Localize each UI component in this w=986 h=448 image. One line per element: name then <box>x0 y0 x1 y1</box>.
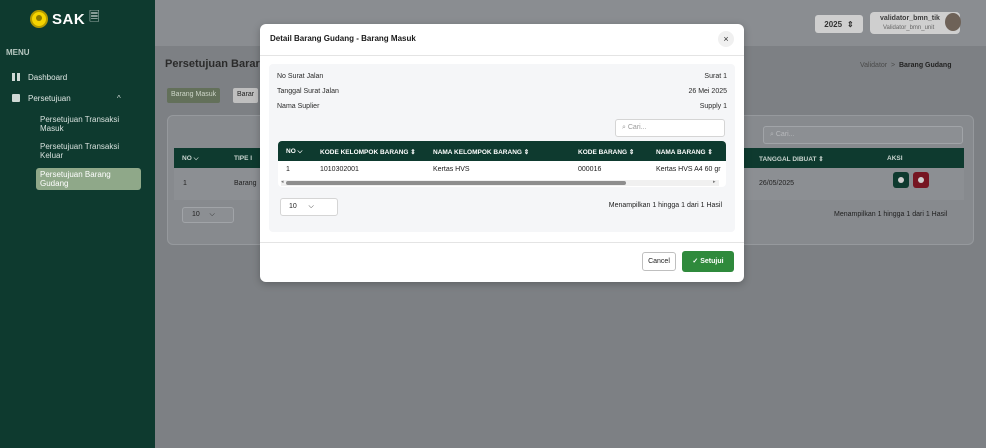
info-value-no-surat-jalan: Surat 1 <box>704 73 727 80</box>
sort-arrows-icon: ⇕ <box>818 156 824 163</box>
menu-label: MENU <box>6 48 30 57</box>
sidebar-item-persetujuan-barang-gudang[interactable]: Persetujuan Barang Gudang <box>36 168 141 190</box>
info-label-nama-suplier: Nama Suplier <box>277 103 320 110</box>
breadcrumb-parent[interactable]: Validator <box>860 62 887 69</box>
search-placeholder: Cari... <box>627 124 647 131</box>
search-input[interactable]: ⌕ Cari... <box>763 126 963 144</box>
user-role: Validator_bmn_unit <box>883 25 935 31</box>
logo-text: SAK <box>52 10 86 28</box>
scroll-right-icon[interactable]: ▸ <box>713 179 716 185</box>
page-size-select[interactable]: 10 ⌵ <box>182 207 234 223</box>
approve-row-button[interactable] <box>893 172 909 188</box>
scrollbar-thumb[interactable] <box>286 181 626 185</box>
column-header-aksi: AKSI <box>887 155 903 162</box>
tab-barang-keluar[interactable]: Barar <box>233 88 259 103</box>
column-header-kode-barang[interactable]: KODE BARANG ⇕ <box>578 148 634 156</box>
cell-nama-barang: Kertas HVS A4 60 gr <box>656 166 721 173</box>
info-label-no-surat-jalan: No Surat Jalan <box>277 73 324 80</box>
sidebar-item-label: Persetujuan <box>28 94 71 103</box>
info-label-tanggal-surat-jalan: Tanggal Surat Jalan <box>277 88 339 95</box>
sidebar-item-persetujuan-transaksi-masuk[interactable]: Persetujuan Transaksi Masuk <box>40 115 140 133</box>
chevron-up-icon[interactable]: ^ <box>117 94 121 103</box>
year-value: 2025 <box>824 19 843 29</box>
column-header-nama-kelompok-barang[interactable]: NAMA KELOMPOK BARANG ⇕ <box>433 148 529 156</box>
pagination-info: Menampilkan 1 hingga 1 dari 1 Hasil <box>834 211 948 218</box>
chevron-down-icon: ⌵ <box>193 155 199 162</box>
column-header-nama-barang[interactable]: NAMA BARANG ⇕ <box>656 148 713 156</box>
x-circle-icon <box>918 177 924 183</box>
column-header-label: NO <box>182 155 192 162</box>
column-header-tanggal-dibuat[interactable]: TANGGAL DIBUAT ⇕ <box>759 155 824 163</box>
user-name: validator_bmn_tik <box>880 15 940 22</box>
column-header-tipe[interactable]: TIPE I <box>234 155 252 162</box>
modal-footer-divider <box>260 242 744 243</box>
column-header-no[interactable]: NO ⌵ <box>182 155 199 163</box>
cell-kode-kelompok-barang: 1010302001 <box>320 166 359 173</box>
sidebar-item-persetujuan-transaksi-keluar[interactable]: Persetujuan Transaksi Keluar <box>40 142 140 160</box>
dashboard-icon <box>12 73 20 81</box>
year-select[interactable]: 2025 ⇕ <box>815 15 863 33</box>
chevron-down-icon: ⌵ <box>308 203 314 210</box>
page-size-value: 10 <box>192 211 200 218</box>
avatar[interactable] <box>945 13 961 31</box>
reject-row-button[interactable] <box>913 172 929 188</box>
cell-no: 1 <box>286 166 290 173</box>
column-header-label: TANGGAL DIBUAT <box>759 156 817 163</box>
close-icon[interactable]: × <box>718 31 734 47</box>
cell-tipe: Barang <box>234 180 257 187</box>
logo-book-icon: 🗏 <box>89 9 100 24</box>
breadcrumb: Validator > Barang Gudang <box>860 62 952 69</box>
horizontal-scrollbar[interactable]: ◂ ▸ <box>281 179 719 186</box>
search-placeholder: Cari... <box>775 131 795 138</box>
detail-modal: Detail Barang Gudang - Barang Masuk × No… <box>260 24 744 282</box>
tab-barang-masuk[interactable]: Barang Masuk <box>167 88 221 103</box>
check-circle-icon <box>898 177 904 183</box>
logo-emblem-icon <box>30 10 48 28</box>
sort-arrows-icon: ⇕ <box>847 19 854 29</box>
sidebar: SAK 🗏 MENU Dashboard Persetujuan ^ Perse… <box>0 0 155 448</box>
column-header-kode-kelompok-barang[interactable]: KODE KELOMPOK BARANG ⇕ <box>320 148 416 156</box>
sidebar-item-label: Dashboard <box>28 73 68 82</box>
modal-pagination-info: Menampilkan 1 hingga 1 dari 1 Hasil <box>608 202 722 209</box>
info-value-tanggal-surat-jalan: 26 Mei 2025 <box>688 88 727 95</box>
sidebar-item-persetujuan[interactable]: Persetujuan <box>28 94 71 103</box>
breadcrumb-current: Barang Gudang <box>898 62 952 69</box>
modal-page-size-select[interactable]: 10 ⌵ <box>280 198 338 216</box>
modal-table: NO ⌵ KODE KELOMPOK BARANG ⇕ NAMA KELOMPO… <box>278 141 726 187</box>
document-icon <box>12 94 20 102</box>
column-header-no[interactable]: NO ⌵ <box>286 148 302 156</box>
cancel-button[interactable]: Cancel <box>642 252 676 271</box>
cell-tanggal: 26/05/2025 <box>759 180 795 187</box>
info-value-nama-suplier: Supply 1 <box>699 103 727 110</box>
scroll-left-icon[interactable]: ◂ <box>281 179 284 185</box>
breadcrumb-separator: > <box>891 62 896 69</box>
modal-divider <box>260 55 744 56</box>
approve-button[interactable]: ✓ Setujui <box>682 251 734 272</box>
modal-title: Detail Barang Gudang - Barang Masuk <box>270 34 416 43</box>
cell-no: 1 <box>183 180 187 187</box>
page-title: Persetujuan Barar <box>165 58 260 70</box>
sidebar-item-dashboard[interactable]: Dashboard <box>28 73 67 82</box>
cell-kode-barang: 000016 <box>578 166 602 173</box>
modal-search-input[interactable]: ⌕ Cari... <box>615 119 725 137</box>
chevron-down-icon: ⌵ <box>209 211 215 218</box>
app-logo[interactable]: SAK 🗏 <box>30 8 100 30</box>
page-size-value: 10 <box>289 203 297 210</box>
cell-nama-kelompok-barang: Kertas HVS <box>433 166 470 173</box>
